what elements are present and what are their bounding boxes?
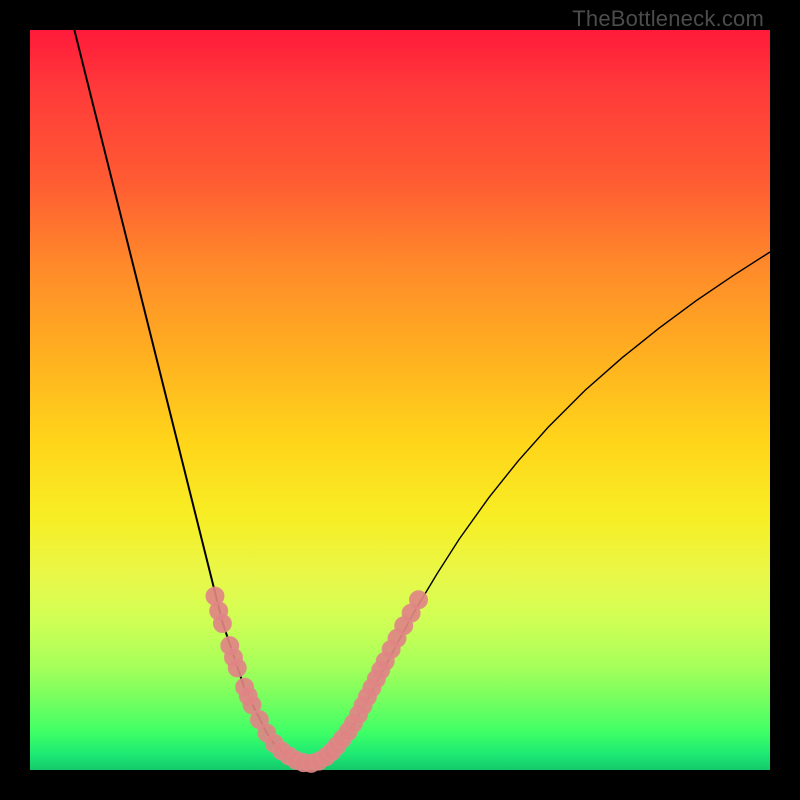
outer-frame: TheBottleneck.com [0, 0, 800, 800]
curve-markers [206, 587, 428, 772]
curve-svg [30, 30, 770, 770]
curve-marker [410, 591, 428, 609]
curve-left-branch [74, 30, 303, 765]
plot-area [30, 30, 770, 770]
curve-marker [213, 614, 231, 632]
watermark-text: TheBottleneck.com [572, 6, 764, 32]
curve-marker [228, 659, 246, 677]
